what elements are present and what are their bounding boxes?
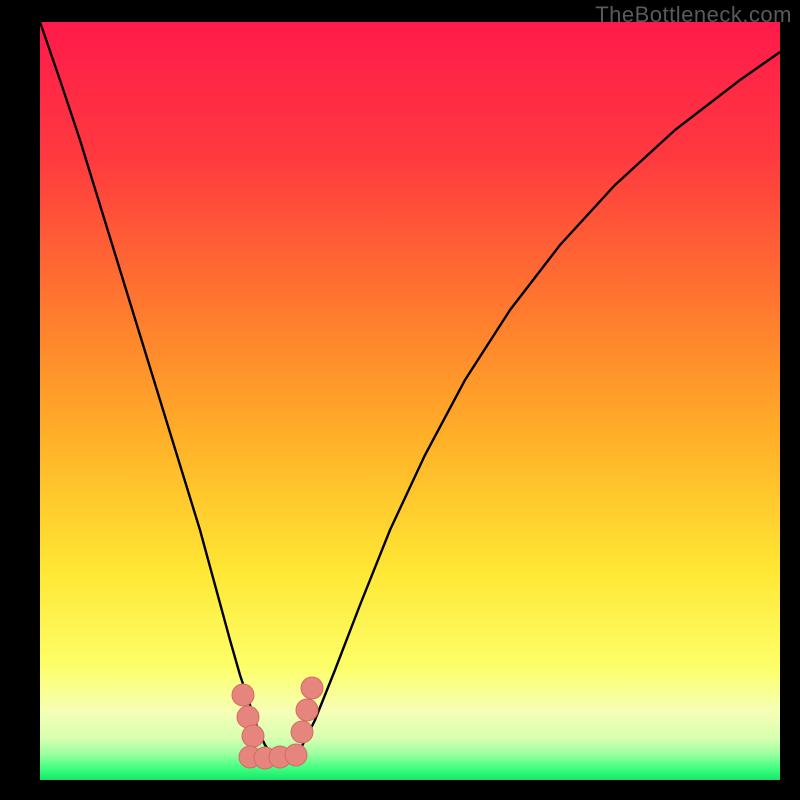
data-marker [232,684,254,706]
data-marker [237,706,259,728]
chart-svg [40,22,780,780]
data-marker [242,725,264,747]
data-marker [296,699,318,721]
data-marker [285,744,307,766]
data-marker [301,677,323,699]
chart-stage: TheBottleneck.com [0,0,800,800]
data-marker [291,721,313,743]
plot-area [40,22,780,780]
watermark-text: TheBottleneck.com [595,2,792,28]
